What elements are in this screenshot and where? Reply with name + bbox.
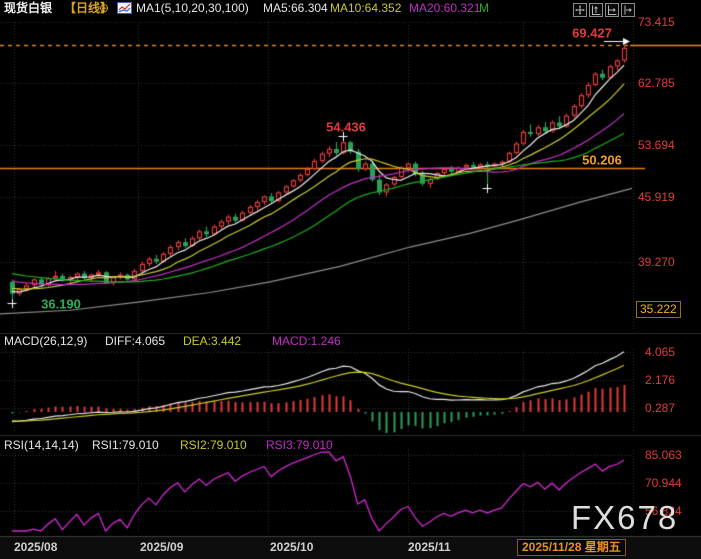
- ma20-value-label: MA20:60.321: [409, 1, 480, 16]
- rsi-title: RSI(14,14,14): [4, 438, 79, 452]
- annotation-69427: 69.427: [572, 26, 612, 41]
- rsi3-value: RSI3:79.010: [266, 438, 333, 452]
- ma5-value-label: MA5:66.304: [263, 1, 328, 16]
- annotation-54436: 54.436: [326, 120, 366, 135]
- time-axis-label: 2025/08: [14, 540, 57, 554]
- ma10-value-label: MA10:64.352: [330, 1, 401, 16]
- macd-diff-value: DIFF:4.065: [105, 334, 165, 348]
- chart-canvas[interactable]: [0, 0, 701, 559]
- y-axis-zoom-icon[interactable]: [589, 3, 603, 17]
- chart-window: 现货白银 【日线】 ⊕ MA1(5,10,20,30,100) MA5:66.3…: [0, 0, 701, 559]
- chart-type-icon[interactable]: [117, 2, 132, 18]
- x-axis-zoom-icon[interactable]: [605, 3, 619, 17]
- ma30-value-label: M: [479, 1, 489, 16]
- macd-title: MACD(26,12,9): [4, 334, 87, 348]
- pan-icon[interactable]: [573, 3, 587, 17]
- time-axis-label: 2025/09: [140, 540, 183, 554]
- time-axis-label: 2025/11: [408, 540, 451, 554]
- time-axis-label: 2025/10: [270, 540, 313, 554]
- price-axis-label: 45.919: [638, 190, 675, 204]
- macd-axis-label: 0.287: [645, 401, 675, 415]
- price-axis-label: 39.270: [638, 255, 675, 269]
- price-axis-label: 62.785: [638, 76, 675, 90]
- rsi-axis-label: 85.063: [645, 448, 682, 462]
- chart-toolbar: [573, 3, 635, 17]
- price-axis-label: 53.694: [638, 138, 675, 152]
- macd-hist-value: MACD:1.246: [272, 334, 341, 348]
- rsi-axis-label: 70.944: [645, 476, 682, 490]
- rsi-header: RSI(14,14,14) RSI1:79.010 RSI2:79.010 RS…: [0, 438, 701, 454]
- symbol-title: 现货白银: [4, 1, 52, 16]
- macd-header: MACD(26,12,9) DIFF:4.065 DEA:3.442 MACD:…: [0, 334, 701, 350]
- annotation-36190: 36.190: [41, 297, 81, 312]
- rsi1-value: RSI1:79.010: [92, 438, 159, 452]
- shift-right-icon[interactable]: [621, 3, 635, 17]
- macd-axis-label: 4.065: [645, 345, 675, 359]
- time-axis-current-date: 2025/11/28 星期五: [517, 539, 626, 556]
- macd-dea-value: DEA:3.442: [183, 334, 241, 348]
- price-axis-bottom-label: 35.222: [636, 301, 681, 318]
- macd-axis-label: 2.176: [645, 373, 675, 387]
- rsi2-value: RSI2:79.010: [180, 438, 247, 452]
- add-indicator-icon[interactable]: ⊕: [99, 1, 109, 16]
- ma-settings-label: MA1(5,10,20,30,100): [136, 1, 249, 16]
- annotation-50206: 50.206: [582, 153, 622, 168]
- rsi-axis-label: 56.824: [645, 504, 682, 518]
- price-axis-label: 73.415: [638, 15, 675, 29]
